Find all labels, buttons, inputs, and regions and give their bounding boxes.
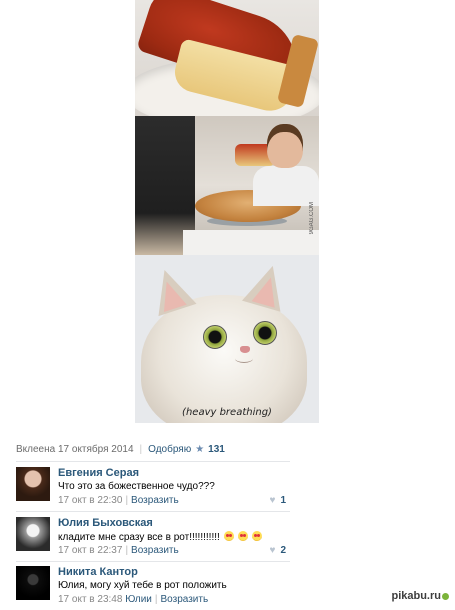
heavy-breathing-cat-photo: (heavy breathing)	[135, 255, 319, 423]
comment-time[interactable]: 17 окт в 22:30	[58, 495, 122, 506]
comment-time[interactable]: 17 окт в 23:48	[58, 594, 122, 605]
post-image-collage[interactable]: 9GAG.COM (heavy breathing)	[135, 0, 319, 423]
avatar[interactable]	[16, 566, 50, 600]
heart-eyes-emoji-icon	[251, 531, 262, 541]
heart-icon[interactable]: ♥	[270, 495, 276, 506]
image-caption: (heavy breathing)	[182, 407, 272, 418]
pikabu-logo-icon	[442, 592, 449, 600]
man-head	[267, 124, 303, 168]
separator: |	[125, 545, 129, 556]
cat-eye-right	[253, 321, 277, 345]
comment-text-row: кладите мне сразу все в рот!!!!!!!!!!!	[58, 531, 262, 543]
comment-text: Юлия, могу хуй тебе в рот положить	[58, 580, 227, 591]
avatar[interactable]	[16, 517, 50, 551]
watermark-text: pikabu.ru	[391, 590, 441, 602]
separator: |	[154, 594, 158, 605]
comment-meta: 17 окт в 22:30 | Возразить	[58, 495, 179, 506]
avatar[interactable]	[16, 467, 50, 501]
divider	[16, 511, 290, 512]
comment-item: Юлия Быховская кладите мне сразу все в р…	[16, 515, 290, 559]
reply-link[interactable]: Возразить	[131, 495, 179, 506]
heart-eyes-emoji-icon	[237, 531, 248, 541]
approve-button[interactable]: Одобряю	[148, 444, 191, 455]
cat-nose	[240, 346, 250, 353]
table	[183, 230, 319, 255]
pikabu-watermark: pikabu.ru	[391, 590, 449, 602]
comment-author[interactable]: Юлия Быховская	[58, 517, 153, 529]
cat-mouth	[235, 354, 253, 363]
comment-author[interactable]: Никита Кантор	[58, 566, 138, 578]
comment-item: Евгения Серая Что это за божественное чу…	[16, 465, 290, 509]
post-date: Вклеена 17 октября 2014	[16, 444, 134, 455]
reply-to-link[interactable]: Юлии	[125, 594, 152, 605]
like-count: 1	[280, 495, 286, 506]
comment-meta: 17 окт в 22:37 | Возразить	[58, 545, 179, 556]
comment-text: кладите мне сразу все в рот!!!!!!!!!!!	[58, 532, 220, 543]
reply-link[interactable]: Возразить	[161, 594, 209, 605]
divider	[16, 561, 290, 562]
photo-watermark: 9GAG.COM	[309, 202, 315, 235]
comment-author[interactable]: Евгения Серая	[58, 467, 139, 479]
comment-meta: 17 окт в 23:48 Юлии | Возразить	[58, 594, 208, 605]
approve-count: 131	[208, 444, 225, 455]
man-body	[253, 166, 319, 206]
star-icon[interactable]: ★	[195, 444, 204, 455]
heart-icon[interactable]: ♥	[270, 545, 276, 556]
comment-item: Никита Кантор Юлия, могу хуй тебе в рот …	[16, 564, 290, 608]
separator: |	[139, 444, 143, 455]
comment-text: Что это за божественное чудо???	[58, 481, 215, 492]
cat-eye-left	[203, 325, 227, 349]
comment-like[interactable]: ♥ 2	[270, 545, 287, 556]
comment-like[interactable]: ♥ 1	[270, 495, 287, 506]
cat-body	[141, 295, 307, 423]
post-meta-bar: Вклеена 17 октября 2014 | Одобряю ★ 131	[16, 444, 225, 455]
separator: |	[125, 495, 129, 506]
deep-dish-pizza-photo: 9GAG.COM	[135, 116, 319, 255]
comment-time[interactable]: 17 окт в 22:37	[58, 545, 122, 556]
heart-eyes-emoji-icon	[223, 531, 234, 541]
reply-link[interactable]: Возразить	[131, 545, 179, 556]
like-count: 2	[280, 545, 286, 556]
divider	[16, 461, 290, 462]
pizza-slice-photo	[135, 0, 319, 116]
